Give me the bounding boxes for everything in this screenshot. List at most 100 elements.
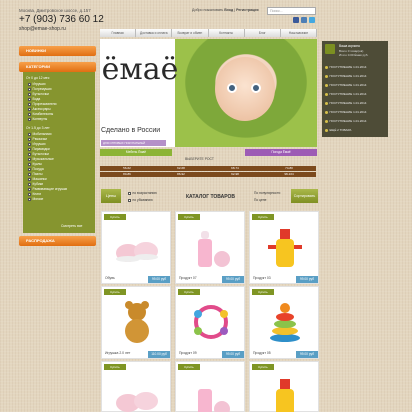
product-card[interactable]: Купить Продукт 09 99.00 руб <box>175 286 245 359</box>
category-item[interactable]: Развивающие игрушки <box>28 187 67 191</box>
menu-item-delivery[interactable]: Доставка и оплата <box>136 29 173 37</box>
sale-button[interactable]: РАСПРОДАЖА <box>19 236 96 246</box>
age-cell[interactable]: 92-98 <box>208 172 262 177</box>
checkbox-icon[interactable] <box>28 87 31 91</box>
new-items-button[interactable]: НОВИНКИ <box>19 46 96 56</box>
category-item[interactable]: Прорезыватели <box>28 102 56 106</box>
buy-button[interactable]: Купить <box>178 364 200 370</box>
product-name[interactable]: Продукт 05 <box>253 351 271 355</box>
product-card[interactable]: Купить Игрушка 2.0 лет 110.00 руб <box>101 286 171 359</box>
checkbox-icon[interactable] <box>28 147 31 151</box>
cart-icon[interactable] <box>325 44 335 54</box>
menu-item-home[interactable]: Главная <box>100 29 137 37</box>
news-item[interactable]: ПОСТУПЛЕНИЕ 1.01.2014 <box>325 83 366 87</box>
checkbox-icon[interactable] <box>28 162 31 166</box>
checkbox-icon[interactable] <box>28 142 31 146</box>
category-item[interactable]: Пирамидки <box>28 147 50 151</box>
menu-item-contacts[interactable]: Контакты <box>208 29 245 37</box>
buy-button[interactable]: Купить <box>104 364 126 370</box>
product-name[interactable]: Продукт 03 <box>253 276 271 280</box>
category-item[interactable]: Игрушки <box>28 142 45 146</box>
cart-title[interactable]: Ваша корзина <box>339 44 360 48</box>
category-item[interactable]: Кубики <box>28 182 43 186</box>
news-item[interactable]: ПОСТУПЛЕНИЕ 1.01.2014 <box>325 92 366 96</box>
age-cell[interactable]: 62-68 <box>154 166 208 171</box>
news-item[interactable]: ПОСТУПЛЕНИЕ 1.01.2014 <box>325 74 366 78</box>
buy-button[interactable]: Купить <box>178 289 200 295</box>
news-item[interactable]: ПОСТУПЛЕНИЕ 1.01.2014 <box>325 101 366 105</box>
wholesale-badge[interactable]: ДЛЯ ОПТОВЫХ ПОКУПАТЕЛЕЙ <box>101 140 166 146</box>
product-name[interactable]: Продукт 09 <box>179 351 197 355</box>
product-card[interactable]: Купить <box>175 361 245 412</box>
category-item[interactable]: Книги <box>28 192 41 196</box>
sort-button[interactable]: Сортировать <box>291 189 318 203</box>
checkbox-icon[interactable] <box>28 102 31 106</box>
age-cell[interactable]: 56-62 <box>100 166 154 171</box>
age-cell[interactable]: 80-86 <box>100 172 154 177</box>
category-item[interactable]: Рюкзачки <box>28 137 47 141</box>
product-card[interactable]: Купить Обувь 99.00 руб <box>101 211 171 284</box>
twitter-icon[interactable] <box>309 17 315 23</box>
category-item[interactable]: Бутылочки <box>28 92 49 96</box>
category-item[interactable]: Погремушки <box>28 87 51 91</box>
checkbox-icon[interactable] <box>28 92 31 96</box>
tab-furniture[interactable]: Мебель Ёмаё <box>100 149 172 156</box>
sort-price-option[interactable]: По цене <box>254 198 266 202</box>
checkbox-icon[interactable] <box>28 97 31 101</box>
checkbox-icon[interactable] <box>28 82 31 86</box>
age-cell[interactable]: 86-92 <box>154 172 208 177</box>
checkbox-icon[interactable] <box>28 182 31 186</box>
news-item[interactable]: ПОСТУПЛЕНИЕ 1.01.2014 <box>325 110 366 114</box>
checkbox-icon[interactable] <box>28 117 31 121</box>
checkbox-icon[interactable] <box>28 187 31 191</box>
product-card[interactable]: Купить <box>249 361 319 412</box>
category-item[interactable]: Комбинезоны <box>28 112 53 116</box>
buy-button[interactable]: Купить <box>178 214 200 220</box>
news-item[interactable]: ПОСТУПЛЕНИЕ 1.01.2014 <box>325 119 366 123</box>
age-cell[interactable]: 74-80 <box>262 166 316 171</box>
menu-item-shop[interactable]: Наш магазин <box>280 29 318 37</box>
checkbox-icon[interactable] <box>28 107 31 111</box>
product-card[interactable]: Купить Продукт 03 99.00 руб <box>249 211 319 284</box>
category-item[interactable]: Куклы <box>28 162 42 166</box>
menu-item-blog[interactable]: Блог <box>244 29 281 37</box>
age-cell[interactable]: 98-104 <box>262 172 316 177</box>
category-item[interactable]: Машинки <box>28 177 47 181</box>
checkbox-icon[interactable] <box>28 112 31 116</box>
product-name[interactable]: Продукт 07 <box>179 276 197 280</box>
checkbox-icon[interactable] <box>28 172 31 176</box>
buy-button[interactable]: Купить <box>252 364 274 370</box>
checkbox-icon[interactable] <box>28 137 31 141</box>
category-item[interactable]: Посуда <box>28 167 44 171</box>
checkbox-icon[interactable] <box>28 132 31 136</box>
store-email[interactable]: shop@emae-shop.ru <box>19 26 66 32</box>
category-item[interactable]: Мобильники <box>28 132 51 136</box>
category-item[interactable]: Аксессуары <box>28 107 51 111</box>
sort-desc-option[interactable]: по убыванию <box>128 198 153 202</box>
checkbox-icon[interactable] <box>28 157 31 161</box>
checkbox-icon[interactable] <box>28 197 31 201</box>
age-cell[interactable]: 68-74 <box>208 166 262 171</box>
category-item[interactable]: Вода <box>28 97 40 101</box>
buy-button[interactable]: Купить <box>104 289 126 295</box>
product-card[interactable]: Купить <box>101 361 171 412</box>
news-item[interactable]: ПОСТУПЛЕНИЕ 1.01.2014 <box>325 65 366 69</box>
vk-icon[interactable] <box>301 17 307 23</box>
price-filter-button[interactable]: Цены <box>101 189 121 203</box>
category-item[interactable]: Игрушки <box>28 82 45 86</box>
menu-item-returns[interactable]: Возврат и обмен <box>172 29 209 37</box>
product-card[interactable]: Купить Продукт 07 99.00 руб <box>175 211 245 284</box>
checkbox-icon[interactable] <box>28 192 31 196</box>
product-name[interactable]: Обувь <box>105 276 115 280</box>
checkbox-icon[interactable] <box>28 152 31 156</box>
product-name[interactable]: Игрушка 2.0 лет <box>105 351 130 355</box>
category-item[interactable]: Музыкальные <box>28 157 54 161</box>
product-card[interactable]: Купить Продукт 05 99.00 руб <box>249 286 319 359</box>
category-item[interactable]: Пазлы <box>28 172 42 176</box>
tab-weather[interactable]: Погода Ёмаё <box>245 149 317 156</box>
register-link[interactable]: Регистрация <box>236 8 258 12</box>
radio-icon[interactable] <box>128 198 131 202</box>
facebook-icon[interactable] <box>293 17 299 23</box>
news-item[interactable]: ЕЩЁ 2 ТОВАРА <box>325 128 351 132</box>
category-item[interactable]: Конверты <box>28 117 47 121</box>
